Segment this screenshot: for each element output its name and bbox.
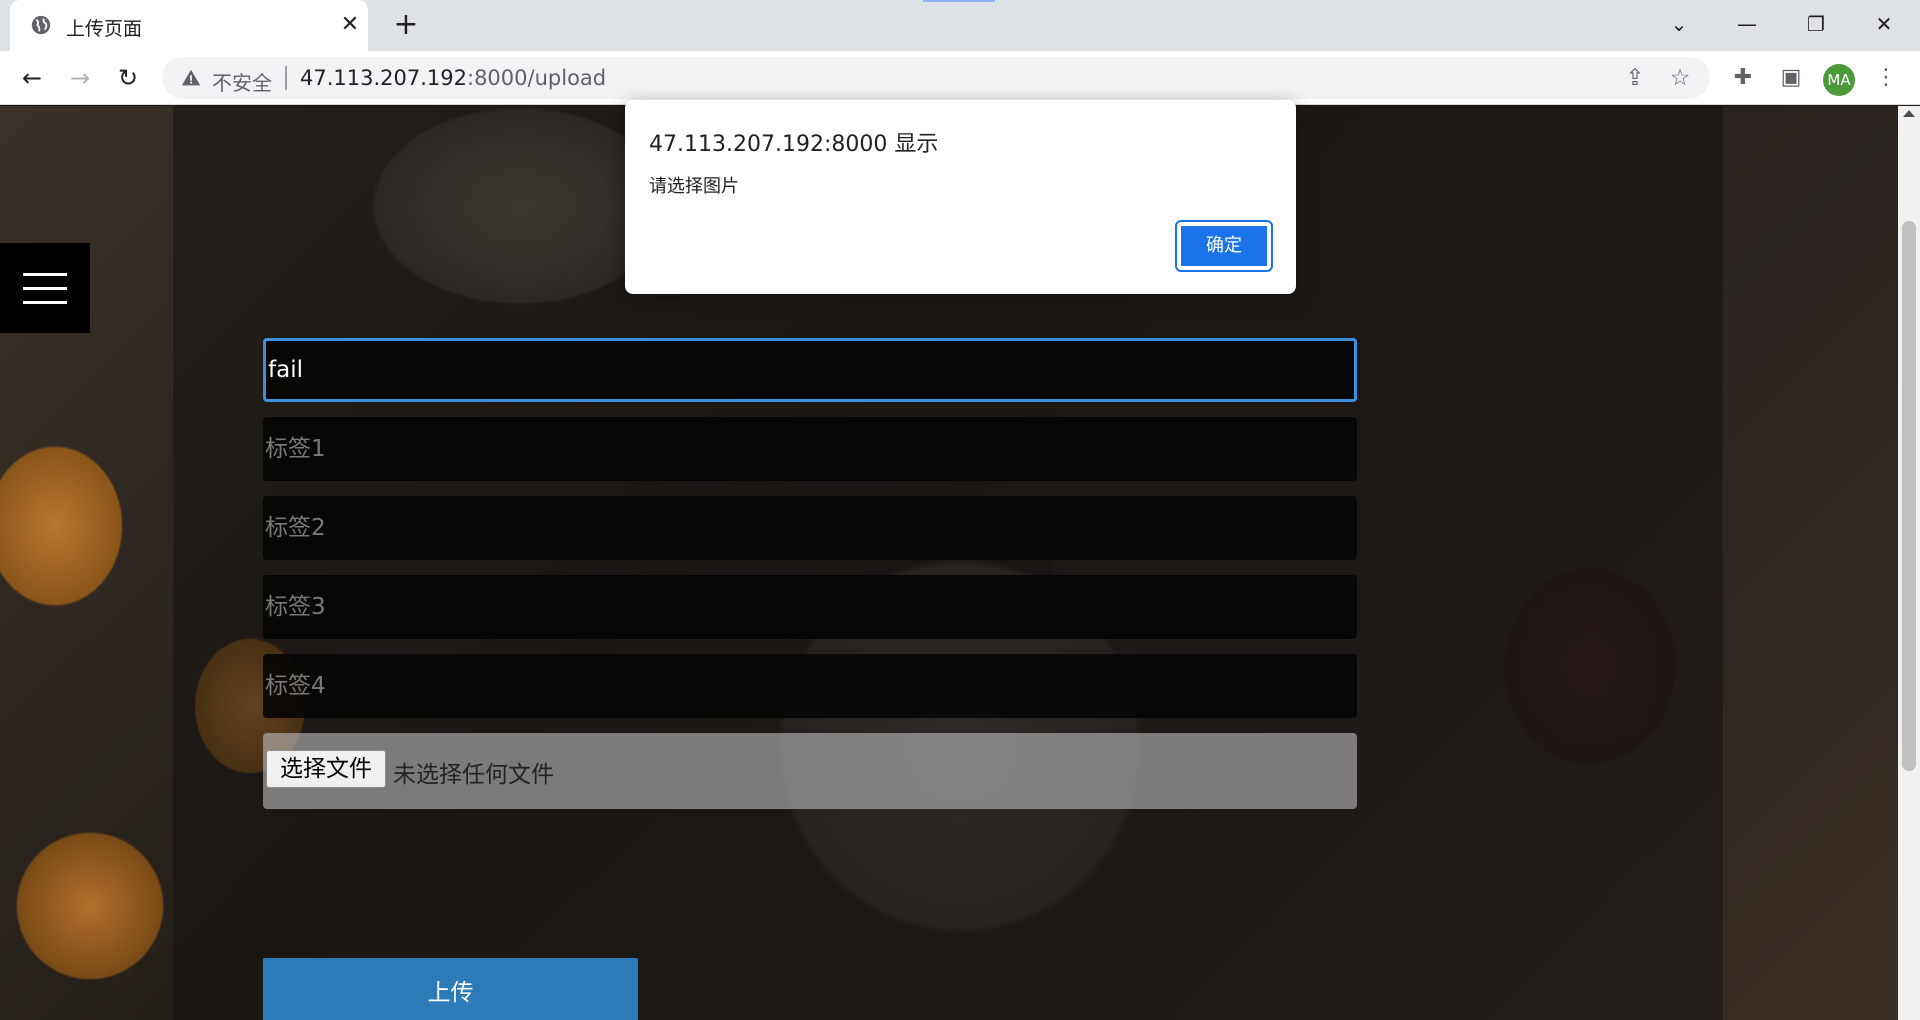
alert-dialog: 47.113.207.192:8000 显示 请选择图片 确定 [625, 100, 1296, 294]
tag1-input[interactable] [263, 417, 1357, 481]
hamburger-menu-icon[interactable] [0, 243, 90, 333]
tag3-field[interactable] [263, 575, 1357, 639]
tag3-input[interactable] [263, 575, 1357, 639]
url-host: 47.113.207.192 [300, 66, 467, 90]
minimize-icon[interactable]: — [1727, 8, 1767, 40]
omnibox-separator [285, 66, 287, 90]
url-path: :8000/upload [467, 66, 607, 90]
title-field[interactable] [263, 338, 1357, 402]
tag2-field[interactable] [263, 496, 1357, 560]
back-icon[interactable]: ← [17, 63, 47, 93]
share-icon[interactable]: ⇪ [1622, 65, 1648, 91]
restore-icon[interactable]: ❐ [1796, 8, 1836, 40]
choose-file-button[interactable]: 选择文件 [266, 750, 386, 788]
tag4-input[interactable] [263, 654, 1357, 718]
forward-icon[interactable]: → [65, 63, 95, 93]
title-input[interactable] [266, 341, 1354, 399]
page-scrollbar[interactable] [1898, 106, 1920, 1020]
warning-icon[interactable] [180, 67, 202, 89]
url-text[interactable]: 47.113.207.192:8000/upload [300, 66, 606, 90]
dialog-title: 47.113.207.192:8000 显示 [649, 132, 939, 157]
file-status-text: 未选择任何文件 [393, 762, 554, 788]
reload-icon[interactable]: ↻ [113, 63, 143, 93]
security-label[interactable]: 不安全 [212, 67, 272, 96]
bookmark-star-icon[interactable]: ☆ [1667, 65, 1693, 91]
tag4-field[interactable] [263, 654, 1357, 718]
tab-title: 上传页面 [66, 18, 143, 40]
scroll-up-arrow-icon[interactable] [1903, 110, 1915, 117]
extensions-puzzle-icon[interactable]: ✚ [1728, 63, 1758, 93]
tab-strip: 上传页面 ✕ + ⌄ — ❐ ✕ [0, 0, 1920, 51]
file-picker: 选择文件 未选择任何文件 [263, 733, 1357, 809]
side-panel-icon[interactable]: ▣ [1776, 63, 1806, 93]
profile-avatar[interactable]: MA [1823, 64, 1855, 96]
scroll-thumb[interactable] [1902, 221, 1916, 771]
address-bar[interactable]: 不安全 47.113.207.192:8000/upload ⇪ ☆ [162, 57, 1710, 99]
globe-icon [31, 15, 51, 35]
more-menu-icon[interactable]: ⋮ [1871, 63, 1901, 93]
browser-tab[interactable]: 上传页面 ✕ [10, 0, 368, 51]
new-tab-button[interactable]: + [390, 10, 422, 42]
dialog-message: 请选择图片 [649, 176, 739, 197]
upload-button[interactable]: 上传 [263, 958, 638, 1020]
browser-toolbar: ← → ↻ 不安全 47.113.207.192:8000/upload ⇪ ☆… [0, 51, 1920, 105]
tag1-field[interactable] [263, 417, 1357, 481]
tab-search-dropdown-icon[interactable]: ⌄ [1659, 8, 1699, 40]
close-tab-icon[interactable]: ✕ [337, 12, 363, 38]
tag2-input[interactable] [263, 496, 1357, 560]
dialog-ok-button[interactable]: 确定 [1175, 220, 1273, 272]
close-window-icon[interactable]: ✕ [1864, 8, 1904, 40]
tab-strip-indicator [923, 0, 995, 2]
